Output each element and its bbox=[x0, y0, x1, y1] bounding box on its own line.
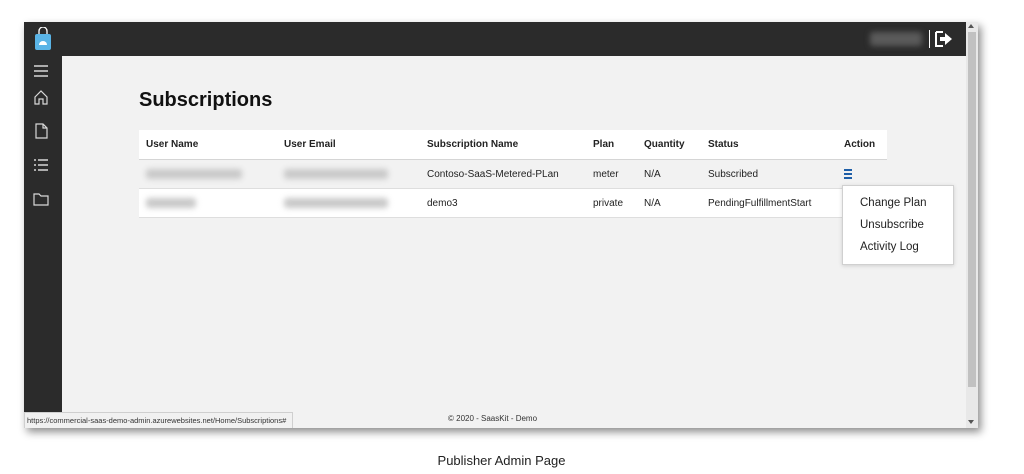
quantity-cell: N/A bbox=[637, 188, 701, 218]
redacted-user-email bbox=[284, 168, 388, 179]
header-subscription-name: Subscription Name bbox=[420, 130, 586, 160]
scroll-thumb[interactable] bbox=[968, 32, 976, 387]
vertical-scrollbar[interactable] bbox=[966, 22, 978, 428]
hamburger-icon[interactable] bbox=[32, 62, 50, 80]
scroll-down-arrow[interactable] bbox=[968, 420, 974, 424]
browser-window: Subscriptions User Name User Email Subsc… bbox=[24, 22, 978, 428]
footer-copyright: © 2020 - SaasKit - Demo bbox=[448, 414, 538, 423]
user-name-redacted bbox=[870, 32, 922, 46]
user-email-cell bbox=[277, 159, 420, 189]
topbar-divider bbox=[929, 30, 930, 48]
table-header-row: User Name User Email Subscription Name P… bbox=[139, 130, 887, 160]
table-row: demo3 private N/A PendingFulfillmentStar… bbox=[139, 188, 887, 218]
menu-icon[interactable] bbox=[844, 168, 854, 179]
status-cell: PendingFulfillmentStart bbox=[701, 188, 837, 218]
plan-cell: private bbox=[586, 188, 637, 218]
user-email-cell bbox=[277, 188, 420, 218]
header-status: Status bbox=[701, 130, 837, 160]
menu-item-change-plan[interactable]: Change Plan bbox=[843, 192, 953, 214]
user-name-cell bbox=[139, 188, 277, 218]
header-action: Action bbox=[837, 130, 887, 160]
redacted-user-name bbox=[146, 168, 242, 179]
subscriptions-table: User Name User Email Subscription Name P… bbox=[139, 130, 887, 218]
menu-item-activity-log[interactable]: Activity Log bbox=[843, 236, 953, 258]
document-icon[interactable] bbox=[32, 122, 50, 140]
top-navbar bbox=[24, 22, 966, 56]
shopping-bag-icon[interactable] bbox=[34, 27, 52, 51]
scroll-up-arrow[interactable] bbox=[968, 24, 974, 28]
status-bar-url: https://commercial-saas-demo-admin.azure… bbox=[24, 412, 294, 428]
subscription-name-cell: Contoso-SaaS-Metered-PLan bbox=[420, 159, 586, 189]
header-plan: Plan bbox=[586, 130, 637, 160]
home-icon[interactable] bbox=[32, 88, 50, 106]
sidebar bbox=[24, 56, 62, 428]
plan-cell: meter bbox=[586, 159, 637, 189]
table-row: Contoso-SaaS-Metered-PLan meter N/A Subs… bbox=[139, 159, 887, 189]
header-user-name: User Name bbox=[139, 130, 277, 160]
logout-icon[interactable] bbox=[934, 30, 954, 48]
status-cell: Subscribed bbox=[701, 159, 837, 189]
folder-icon[interactable] bbox=[32, 190, 50, 208]
redacted-user-name bbox=[146, 197, 196, 208]
header-user-email: User Email bbox=[277, 130, 420, 160]
page-title: Subscriptions bbox=[139, 89, 273, 111]
redacted-user-email bbox=[284, 197, 388, 208]
header-quantity: Quantity bbox=[637, 130, 701, 160]
list-icon[interactable] bbox=[32, 156, 50, 174]
subscription-name-cell: demo3 bbox=[420, 188, 586, 218]
user-name-cell bbox=[139, 159, 277, 189]
menu-item-unsubscribe[interactable]: Unsubscribe bbox=[843, 214, 953, 236]
quantity-cell: N/A bbox=[637, 159, 701, 189]
action-dropdown-menu: Change Plan Unsubscribe Activity Log bbox=[842, 185, 954, 265]
figure-caption: Publisher Admin Page bbox=[437, 453, 566, 468]
